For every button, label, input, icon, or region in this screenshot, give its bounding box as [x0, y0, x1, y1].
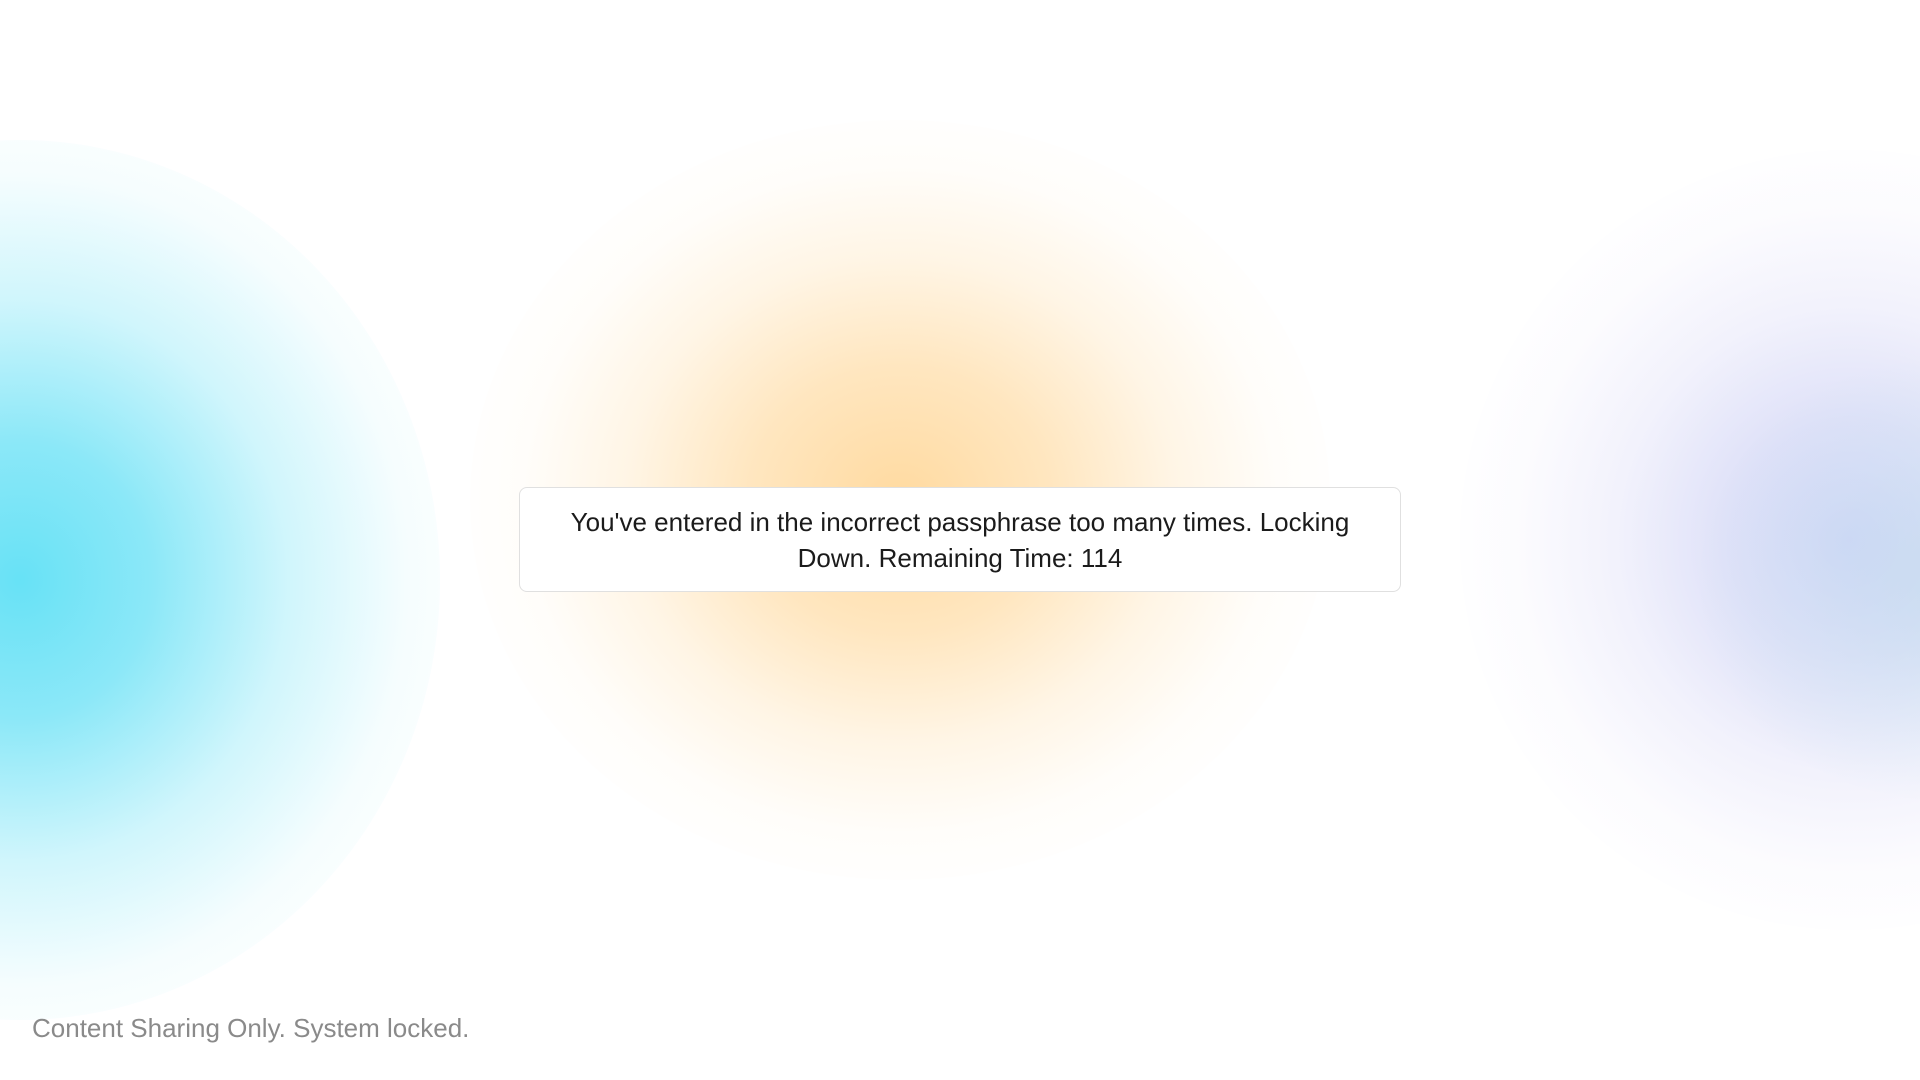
- background-glow-teal: [1700, 360, 1920, 800]
- background-glow-cyan: [0, 140, 440, 1020]
- lockout-message-box: You've entered in the incorrect passphra…: [519, 487, 1401, 592]
- system-status-text: Content Sharing Only. System locked.: [32, 1013, 470, 1043]
- lock-screen: You've entered in the incorrect passphra…: [0, 0, 1920, 1080]
- background-glow-violet: [1460, 150, 1920, 930]
- lockout-message-text: You've entered in the incorrect passphra…: [570, 506, 1350, 573]
